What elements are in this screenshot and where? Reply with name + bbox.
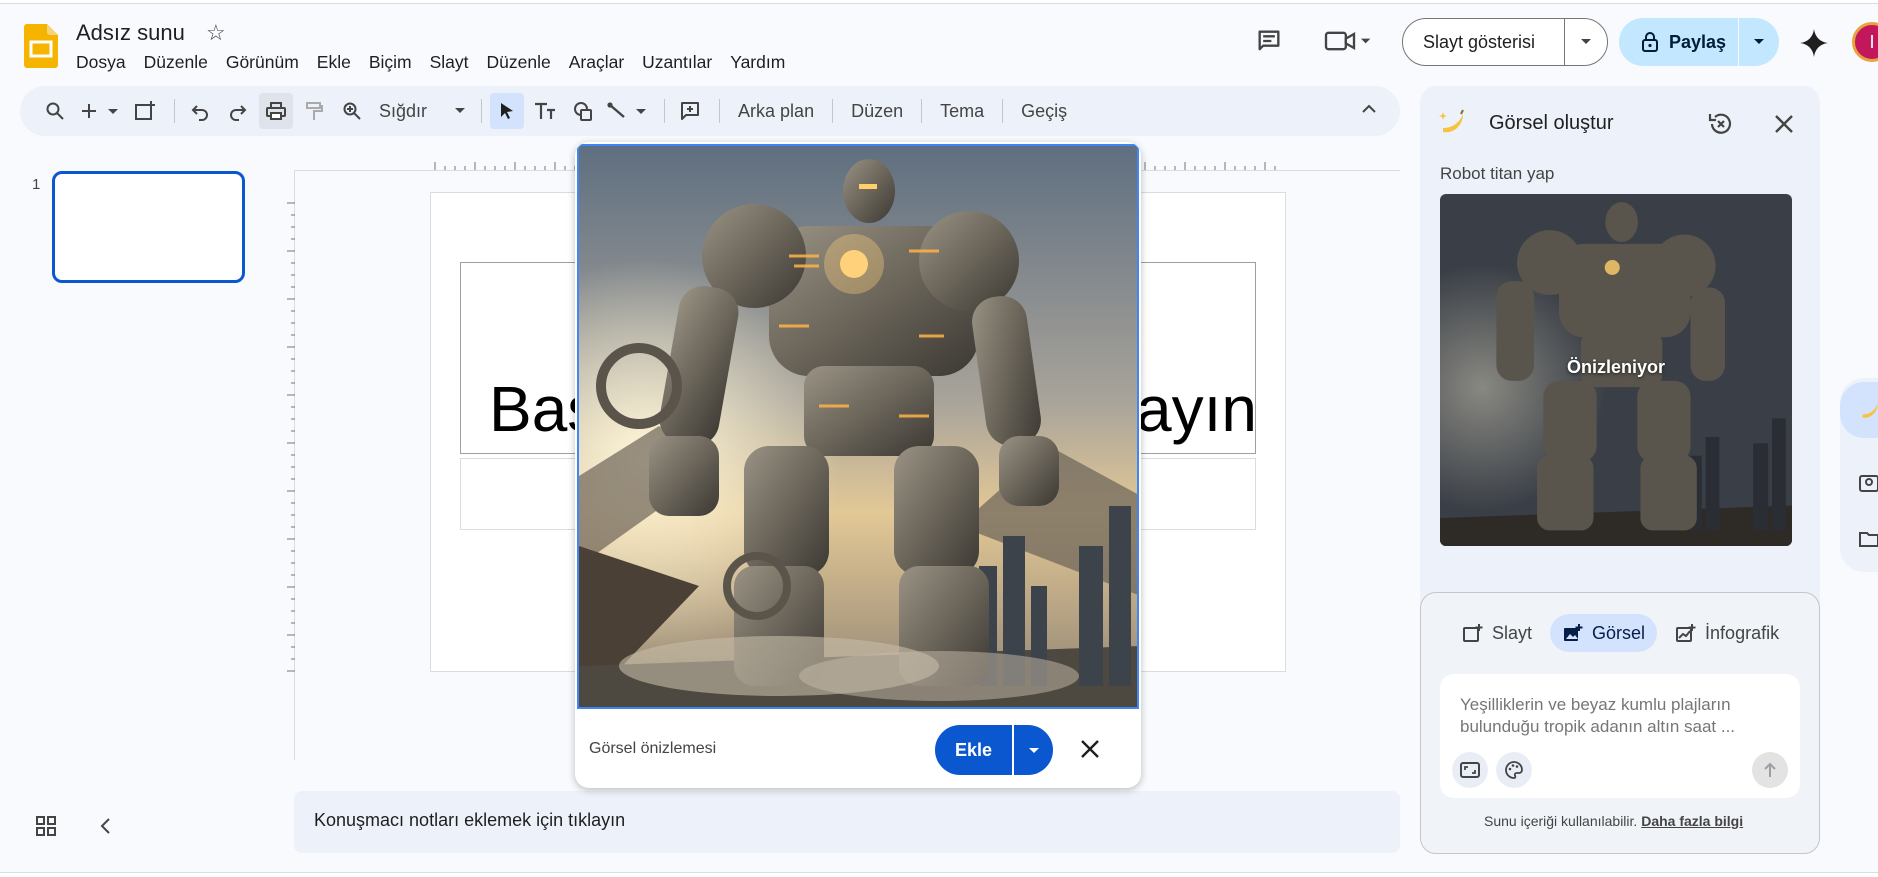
divider [664, 99, 666, 123]
chevron-up-icon[interactable] [1360, 100, 1378, 118]
menu-bar: Dosya Düzenle Görünüm Ekle Biçim Slayt D… [76, 50, 803, 75]
zoom-icon[interactable] [335, 93, 369, 129]
disclaimer: Sunu içeriği kullanılabilir. Daha fazla … [1484, 813, 1743, 829]
share-main[interactable]: Paylaş [1619, 32, 1738, 53]
menu-arrange[interactable]: Düzenle [487, 50, 551, 75]
toolbar: Sığdır Arka plan Düzen Tema Geçiş [20, 86, 1400, 136]
star-icon[interactable]: ☆ [206, 20, 226, 46]
meet-icon[interactable] [1322, 26, 1372, 56]
text-box-icon[interactable] [528, 93, 562, 129]
generated-image-thumbnail[interactable]: Önizleniyor [1440, 194, 1792, 546]
divider [481, 99, 483, 123]
redo-icon[interactable] [221, 93, 255, 129]
close-panel-icon[interactable] [1770, 110, 1798, 138]
tab-image[interactable]: Görsel [1550, 614, 1658, 652]
layout-button[interactable]: Düzen [841, 101, 913, 122]
comments-icon[interactable] [1254, 26, 1284, 56]
gemini-sparkle-icon[interactable] [1799, 28, 1829, 58]
add-comment-icon[interactable] [673, 93, 707, 129]
line-icon[interactable] [604, 93, 652, 129]
zoom-value: Sığdır [379, 100, 428, 121]
shape-icon[interactable] [566, 93, 600, 129]
paint-format-icon[interactable] [297, 93, 331, 129]
tab-slide-label: Slayt [1492, 622, 1533, 643]
preview-label: Görsel önizlemesi [589, 740, 717, 757]
history-icon[interactable] [1707, 110, 1735, 138]
slide-number: 1 [32, 176, 41, 193]
learn-more-link[interactable]: Daha fazla bilgi [1641, 813, 1743, 829]
select-tool-icon[interactable] [490, 93, 525, 129]
menu-tools[interactable]: Araçlar [569, 50, 624, 75]
menu-format[interactable]: Biçim [369, 50, 412, 75]
palette-icon[interactable] [1496, 752, 1532, 788]
tab-image-label: Görsel [1592, 622, 1646, 643]
divider [832, 99, 834, 123]
ruler-vertical [287, 202, 295, 672]
menu-file[interactable]: Dosya [76, 50, 126, 75]
menu-help[interactable]: Yardım [730, 50, 785, 75]
slideshow-dropdown-icon[interactable] [1565, 38, 1607, 46]
import-slide-icon[interactable] [128, 93, 162, 129]
divider [921, 99, 923, 123]
menu-extensions[interactable]: Uzantılar [642, 50, 712, 75]
slideshow-label[interactable]: Slayt gösterisi [1403, 32, 1564, 53]
divider [1002, 99, 1004, 123]
folder-icon[interactable] [1858, 528, 1878, 550]
add-slide-icon [1463, 624, 1483, 642]
insert-label: Ekle [954, 739, 993, 760]
print-icon[interactable] [259, 93, 293, 129]
title-text-right: ayın [1136, 373, 1257, 445]
insert-dropdown-icon[interactable] [1014, 747, 1053, 754]
image-gallery-icon[interactable] [1858, 472, 1878, 494]
mode-tabs: Slayt Görsel İnfografik [1450, 614, 1791, 652]
lock-icon [1642, 32, 1658, 52]
undo-icon[interactable] [183, 93, 217, 129]
divider [719, 99, 721, 123]
banana-rail-icon[interactable] [1858, 398, 1878, 422]
menu-insert[interactable]: Ekle [317, 50, 351, 75]
menu-slide[interactable]: Slayt [430, 50, 469, 75]
divider [174, 99, 175, 123]
background-button[interactable]: Arka plan [728, 101, 824, 122]
panel-title: Görsel oluştur [1489, 112, 1614, 134]
search-menus-icon[interactable] [38, 93, 72, 129]
chevron-down-icon [455, 108, 466, 113]
infographic-icon [1676, 624, 1696, 642]
new-slide-icon[interactable] [76, 93, 124, 129]
image-preview-popup: Görsel önizlemesi Ekle [575, 142, 1141, 788]
window-top-border [0, 0, 1878, 4]
grid-view-icon[interactable] [36, 816, 56, 836]
prompt-input-card[interactable]: Yeşilliklerin ve beyaz kumlu plajların b… [1440, 674, 1800, 798]
banana-icon [1439, 109, 1464, 133]
slides-logo-icon[interactable] [24, 24, 58, 68]
speaker-notes[interactable]: Konuşmacı notları eklemek için tıklayın [294, 791, 1400, 853]
window-bottom-border [0, 872, 1878, 877]
avatar[interactable]: I [1852, 22, 1878, 62]
send-arrow-icon[interactable] [1752, 752, 1788, 788]
prompt-input[interactable]: Yeşilliklerin ve beyaz kumlu plajların b… [1460, 694, 1770, 738]
theme-button[interactable]: Tema [930, 101, 994, 122]
menu-view[interactable]: Görünüm [226, 50, 299, 75]
close-icon[interactable] [1075, 734, 1105, 764]
previewing-label: Önizleniyor [1566, 357, 1665, 377]
share-dropdown-icon[interactable] [1739, 38, 1779, 46]
tab-infographic-label: İnfografik [1705, 622, 1780, 643]
insert-button[interactable]: Ekle [935, 725, 1053, 775]
slide-thumbnail[interactable] [52, 171, 245, 283]
add-image-icon [1564, 624, 1583, 641]
chevron-left-icon[interactable] [96, 816, 116, 836]
prompt-text: Robot titan yap [1440, 164, 1555, 183]
tab-slide[interactable]: Slayt [1450, 614, 1544, 652]
aspect-ratio-icon[interactable] [1452, 752, 1488, 788]
document-title[interactable]: Adsız sunu [76, 20, 185, 46]
transition-button[interactable]: Geçiş [1011, 101, 1077, 122]
share-label: Paylaş [1669, 31, 1727, 52]
disclaimer-text: Sunu içeriği kullanılabilir. [1484, 813, 1638, 829]
menu-edit[interactable]: Düzenle [144, 50, 208, 75]
share-button[interactable]: Paylaş [1619, 18, 1779, 66]
zoom-select[interactable]: Sığdır [373, 101, 473, 122]
slideshow-button[interactable]: Slayt gösterisi [1402, 18, 1608, 66]
generated-robot-image[interactable] [577, 144, 1139, 709]
tab-infographic[interactable]: İnfografik [1663, 614, 1791, 652]
